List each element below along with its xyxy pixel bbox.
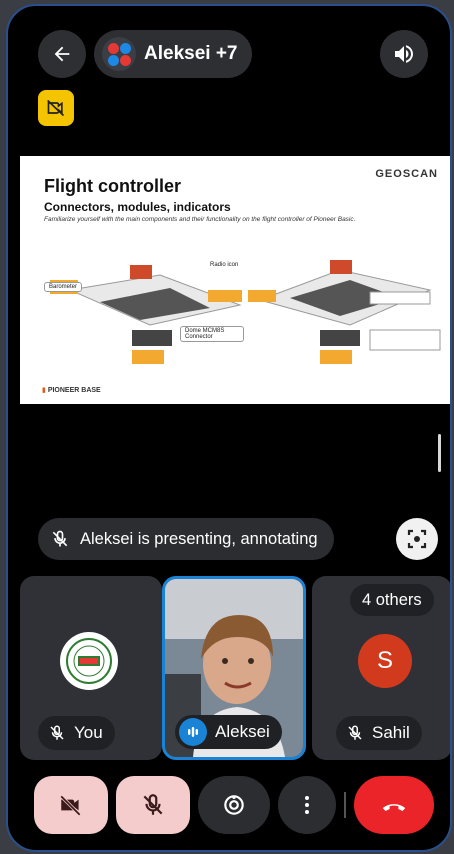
arrow-left-icon [54, 46, 70, 62]
camera-toggle-button[interactable] [34, 776, 108, 834]
call-title: Aleksei +7 [144, 43, 238, 64]
more-vertical-icon [305, 796, 309, 814]
focus-frame-icon [407, 529, 427, 549]
avatar: S [358, 634, 412, 688]
participant-tile-others[interactable]: 4 others S Sahil [312, 576, 450, 760]
mic-off-icon [143, 794, 163, 815]
mic-off-icon [50, 725, 64, 740]
participant-name-sahil: Sahil [372, 723, 410, 742]
participant-name-aleksei: Aleksei [215, 722, 270, 741]
mic-off-icon [348, 725, 362, 740]
audio-output-button[interactable] [380, 30, 428, 78]
label-radio: Radio icon [210, 262, 239, 268]
slide-title: Flight controller [44, 176, 181, 196]
effects-button[interactable] [198, 776, 270, 834]
effects-icon [224, 795, 244, 815]
divider [344, 792, 346, 818]
others-count-badge: 4 others [350, 584, 434, 616]
slide-scrollbar[interactable] [438, 434, 441, 472]
name-pill-you: You [38, 716, 115, 750]
label-barometer: Barometer [44, 282, 83, 292]
slide-footer: ▮ PIONEER BASE [42, 387, 101, 394]
speaking-indicator-icon [179, 718, 207, 746]
slide-description: Familiarize yourself with the main compo… [44, 216, 356, 223]
mic-off-icon [52, 530, 68, 547]
mic-toggle-button[interactable] [116, 776, 190, 834]
end-call-button[interactable] [354, 776, 434, 834]
participant-tile-you[interactable]: You [20, 576, 162, 760]
camera-off-icon [60, 795, 81, 816]
presentation-slide: GEOSCAN Flight controller Connectors, mo… [20, 156, 450, 404]
avatar [60, 632, 118, 690]
participant-name-you: You [74, 723, 103, 742]
slide-footer-text: PIONEER BASE [47, 387, 101, 394]
label-connector: Dome MCM8S Connector [180, 326, 244, 342]
hang-up-icon [382, 804, 406, 811]
group-avatar [102, 37, 136, 71]
presenting-text: Aleksei is presenting, annotating [80, 529, 318, 548]
logo-icon [66, 638, 112, 684]
call-title-chip[interactable]: Aleksei +7 [94, 30, 252, 78]
presenting-banner: Aleksei is presenting, annotating [38, 518, 334, 560]
focus-view-button[interactable] [396, 518, 438, 560]
camera-off-notice-icon[interactable] [38, 90, 74, 126]
call-controls [8, 776, 450, 836]
slide-subtitle: Connectors, modules, indicators [44, 200, 231, 214]
slide-brand: GEOSCAN [375, 168, 438, 180]
name-pill-aleksei: Aleksei [175, 715, 282, 749]
back-button[interactable] [38, 30, 86, 78]
call-screen: Aleksei +7 GEOSCAN Flight controller Con… [6, 4, 452, 852]
name-pill-sahil: Sahil [336, 716, 422, 750]
speaker-icon [395, 45, 413, 63]
more-options-button[interactable] [278, 776, 336, 834]
participant-tile-aleksei[interactable]: Aleksei [162, 576, 306, 760]
flight-controller-diagram [50, 260, 441, 364]
